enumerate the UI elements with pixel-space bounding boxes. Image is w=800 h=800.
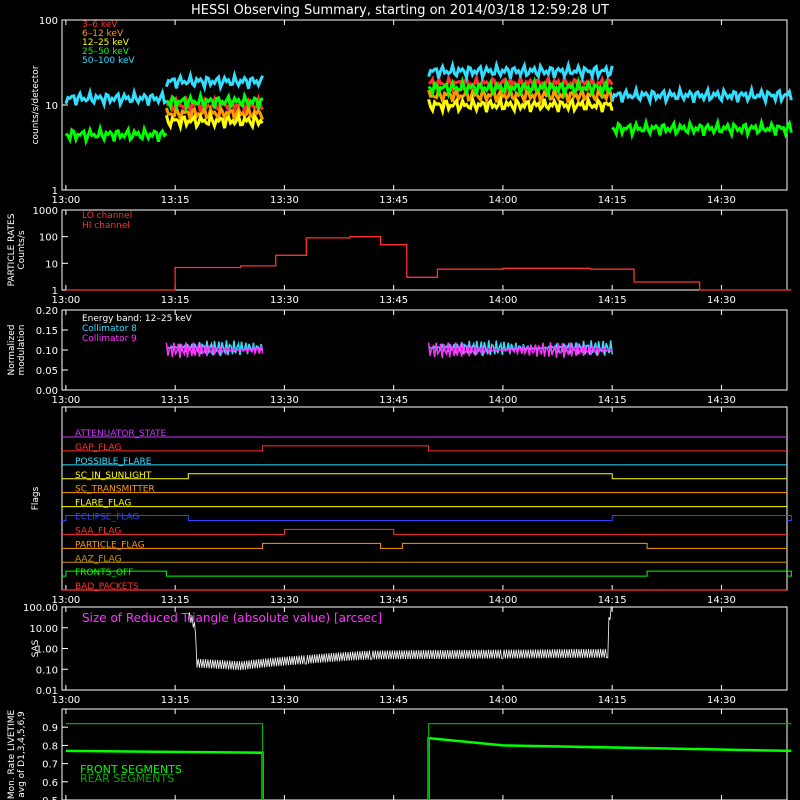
panel-5-ylabel-line: Mon. Rate LIVETIME: [7, 710, 17, 800]
panel-0-xtick-label: 13:45: [379, 195, 408, 206]
panel-4-ytick-label: 0.01: [36, 686, 58, 697]
panel-2-ytick-label: 0.10: [36, 346, 58, 357]
panel-2-xtick-label: 14:15: [598, 395, 627, 406]
panel-2-xtick-label: 13:15: [161, 395, 190, 406]
panel-0-xtick-label: 13:30: [270, 195, 299, 206]
panel-0-ytick-label: 10: [45, 101, 58, 112]
panel-1-xtick-label: 13:45: [379, 295, 408, 306]
panel-1-ytick-label: 10: [45, 259, 58, 270]
panel-1-ytick-label: 1000: [33, 206, 58, 217]
panel-2-xtick-label: 14:30: [707, 395, 736, 406]
panel-1-xtick-label: 14:00: [489, 295, 518, 306]
panel-2-ytick-label: 0.05: [36, 366, 58, 377]
panel-1-ylabel-line: Counts/s: [17, 230, 27, 269]
panel-1-ylabel-line: PARTICLE RATES: [7, 213, 17, 286]
modulation-legend-item: Collimator 8: [82, 324, 137, 334]
panel-5-ytick-label: 0.7: [42, 760, 58, 771]
panel-1-xtick-label: 13:30: [270, 295, 299, 306]
particle-legend-item: LO channel: [82, 211, 132, 221]
sas-annotation: Size of Reduced Triangle (absolute value…: [82, 611, 382, 625]
hessi-summary-chart: HESSI Observing Summary, starting on 201…: [0, 0, 800, 800]
panel-1-xtick-label: 14:15: [598, 295, 627, 306]
particle-legend-item: HI channel: [82, 221, 130, 231]
chart-title: HESSI Observing Summary, starting on 201…: [191, 3, 609, 18]
panel-2-xtick-label: 14:00: [489, 395, 518, 406]
panel-0-ylabel: counts/s/detector: [31, 65, 41, 144]
panel-5-ytick-label: 0.5: [42, 796, 58, 800]
panel-3-ylabel: Flags: [31, 486, 41, 510]
modulation-legend-item: Collimator 9: [82, 334, 137, 344]
count-legend-item: 50–100 keV: [82, 56, 135, 66]
panel-5-ylabel-line: avg of D1,3,4,5,6,9: [17, 711, 27, 798]
panel-5-ytick-label: 0.9: [42, 723, 58, 734]
panel-3-xtick-label: 13:15: [161, 595, 190, 606]
panel-2-xtick-label: 13:45: [379, 395, 408, 406]
flag-label: FRONTS_OFF: [75, 568, 133, 578]
panel-5-ytick-label: 0.6: [42, 778, 58, 789]
panel-4-ylabel: SAS: [31, 639, 41, 657]
panel-2-ytick-label: 0.20: [36, 306, 58, 317]
panel-4-ytick-label: 100.00: [23, 603, 58, 614]
panel-0-xtick-label: 14:30: [707, 195, 736, 206]
panel-4-ytick-label: 0.10: [36, 665, 58, 676]
panel-3-xtick-label: 14:15: [598, 595, 627, 606]
flag-label: ECLIPSE_FLAG: [75, 513, 139, 523]
panel-0-xtick-label: 13:15: [161, 195, 190, 206]
panel-4-ytick-label: 10.00: [29, 624, 58, 635]
modulation-legend-item: Energy band: 12–25 keV: [82, 314, 193, 324]
panel-4-xtick-label: 14:00: [489, 695, 518, 706]
panel-5-ytick-label: 0.8: [42, 741, 58, 752]
panel-4-xtick-label: 14:30: [707, 695, 736, 706]
panel-1-xtick-label: 14:30: [707, 295, 736, 306]
panel-4-xtick-label: 13:45: [379, 695, 408, 706]
livetime-legend-item: REAR SEGMENTS: [80, 772, 174, 785]
panel-3-xtick-label: 13:45: [379, 595, 408, 606]
panel-4-xtick-label: 14:15: [598, 695, 627, 706]
panel-1-ytick-label: 1: [52, 286, 58, 297]
panel-4-xtick-label: 13:15: [161, 695, 190, 706]
panel-0-xtick-label: 14:15: [598, 195, 627, 206]
panel-2-ytick-label: 0.15: [36, 326, 58, 337]
panel-2-xtick-label: 13:30: [270, 395, 299, 406]
panel-3-xtick-label: 14:30: [707, 595, 736, 606]
panel-0-ytick-label: 100: [39, 16, 58, 27]
panel-1-xtick-label: 13:15: [161, 295, 190, 306]
panel-2-ytick-label: 0.00: [36, 386, 58, 397]
panel-1-ytick-label: 100: [39, 233, 58, 244]
panel-0-xtick-label: 14:00: [489, 195, 518, 206]
panel-3-xtick-label: 13:30: [270, 595, 299, 606]
panel-2-ylabel-line: Normalized: [7, 324, 17, 375]
panel-4-xtick-label: 13:30: [270, 695, 299, 706]
panel-0-ytick-label: 1: [52, 186, 58, 197]
panel-2-ylabel-line: modulation: [17, 325, 27, 376]
panel-3-xtick-label: 14:00: [489, 595, 518, 606]
